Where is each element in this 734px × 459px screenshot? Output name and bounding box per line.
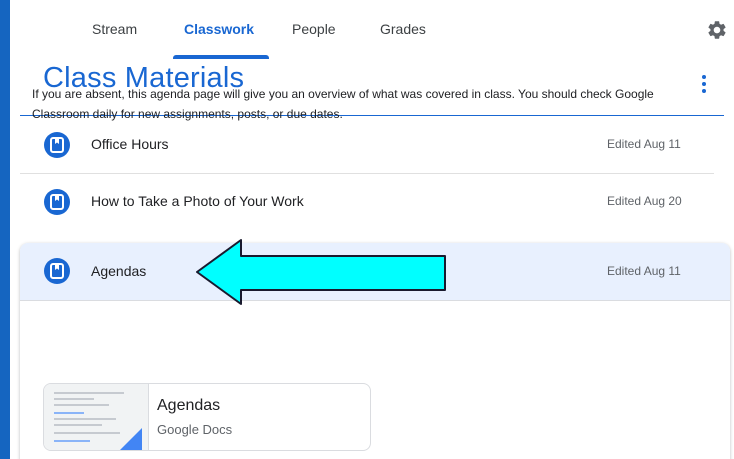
material-description: If you are absent, this agenda page will… (32, 87, 654, 121)
material-title: Office Hours (91, 136, 169, 152)
edited-date: Edited Aug 11 (607, 264, 681, 278)
gear-icon[interactable] (706, 19, 728, 41)
material-title: How to Take a Photo of Your Work (91, 193, 304, 209)
classroom-window: Stream Classwork People Grades Class Mat… (10, 0, 734, 459)
left-arrow-annotation (196, 239, 446, 305)
material-book-icon (44, 258, 70, 284)
material-row-photo-of-work[interactable]: How to Take a Photo of Your Work Edited … (20, 174, 714, 230)
doc-thumbnail (44, 384, 149, 450)
edited-date: Edited Aug 20 (607, 194, 682, 208)
tab-classwork[interactable]: Classwork (184, 0, 254, 58)
edited-date: Edited Aug 11 (607, 137, 681, 151)
material-book-icon (44, 189, 70, 215)
more-vert-icon[interactable] (696, 72, 712, 96)
google-docs-icon (120, 428, 142, 450)
active-tab-indicator (173, 55, 269, 59)
attachment-type: Google Docs (157, 422, 233, 437)
material-book-icon (44, 132, 70, 158)
tab-bar: Stream Classwork People Grades (10, 0, 734, 59)
material-title: Agendas (91, 263, 147, 279)
tab-grades[interactable]: Grades (380, 0, 426, 58)
tab-stream[interactable]: Stream (92, 0, 137, 58)
tab-people[interactable]: People (292, 0, 336, 58)
attachment-card[interactable]: Agendas Google Docs (43, 383, 371, 451)
attachment-title: Agendas (157, 397, 221, 414)
material-row-office-hours[interactable]: Office Hours Edited Aug 11 (20, 117, 714, 173)
